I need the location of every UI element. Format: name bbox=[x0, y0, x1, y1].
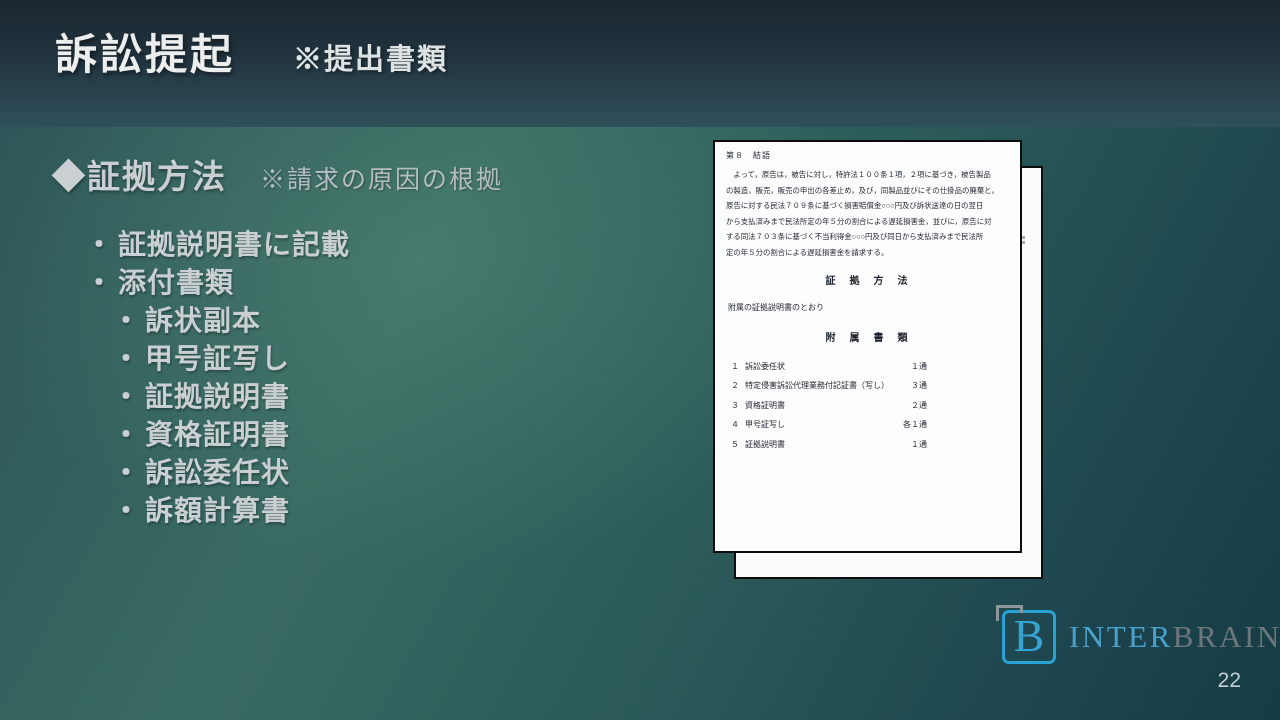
doc-paragraph-line: よって，原告は，被告に対し，特許法１００条１項，２項に基づき，被告製品 bbox=[726, 167, 1009, 183]
doc-evidence-note: 附属の証拠説明書のとおり bbox=[728, 302, 1009, 313]
doc-attachments-list: １ 訴訟委任状 １通 ２ 特定侵害訴訟代理業務付記証書（写し） ３通 ３ 資格証… bbox=[726, 357, 1009, 455]
attachment-number: ５ bbox=[731, 435, 745, 455]
attachment-row: ３ 資格証明書 ２通 bbox=[731, 396, 927, 416]
list-item: ・ 訴訟委任状 bbox=[112, 454, 503, 492]
document-page-front: 第８ 結語 よって，原告は，被告に対し，特許法１００条１項，２項に基づき，被告製… bbox=[713, 140, 1022, 553]
list-item-label: 証拠説明書 bbox=[145, 378, 290, 416]
outline: ◆証拠方法 ※請求の原因の根拠 ・ 証拠説明書に記載 ・ 添付書類 ・ 訴状副本… bbox=[52, 150, 503, 530]
doc-paragraph-line: から支払済みまで民法所定の年５分の割合による遅延損害金，並びに，原告に対 bbox=[726, 214, 1009, 230]
doc-paragraph-line: 定の年５分の割合による遅延損害金を請求する。 bbox=[726, 245, 1009, 261]
logo-bracket-icon bbox=[996, 605, 1023, 621]
attachment-row: ２ 特定侵害訴訟代理業務付記証書（写し） ３通 bbox=[731, 376, 927, 396]
list-item-label: 資格証明書 bbox=[145, 416, 290, 454]
attachment-count: ３通 bbox=[911, 376, 927, 396]
title-row: 訴訟提起 ※提出書類 bbox=[55, 30, 448, 80]
outline-heading: ◆証拠方法 ※請求の原因の根拠 bbox=[52, 150, 503, 198]
attachment-name: 特定侵害訴訟代理業務付記証書（写し） bbox=[745, 376, 911, 396]
attachment-row: １ 訴訟委任状 １通 bbox=[731, 357, 927, 377]
attachment-name: 甲号証写し bbox=[745, 415, 903, 435]
attachment-count: 各１通 bbox=[903, 415, 927, 435]
list-item: ・ 訴額計算書 bbox=[112, 492, 503, 530]
diamond-bullet-icon: ◆ bbox=[52, 158, 87, 195]
list-item-label: 訴額計算書 bbox=[145, 492, 290, 530]
list-item: ・ 証拠説明書 bbox=[112, 378, 503, 416]
doc-paragraph-line: 原告に対する民法７０９条に基づく損害賠償金○○○円及び訴状送達の日の翌日 bbox=[726, 198, 1009, 214]
list-item-label: 添付書類 bbox=[118, 264, 234, 302]
list-item-label: 訴訟委任状 bbox=[145, 454, 290, 492]
doc-attachments-heading: 附 属 書 類 bbox=[726, 329, 1009, 344]
outline-list: ・ 証拠説明書に記載 ・ 添付書類 ・ 訴状副本 ・ 甲号証写し ・ 証拠説明書… bbox=[52, 226, 503, 530]
list-item: ・ 添付書類 bbox=[85, 264, 503, 302]
logo-wordmark-secondary: BRAIN bbox=[1173, 619, 1280, 654]
doc-section-title: 第８ 結語 bbox=[726, 150, 1009, 161]
logo-wordmark-primary: INTER bbox=[1069, 619, 1173, 654]
attachment-number: １ bbox=[731, 357, 745, 377]
doc-paragraph-line: する同法７０３条に基づく不当利得金○○○円及び同日から支払済みまで民法所 bbox=[726, 229, 1009, 245]
attachment-name: 資格証明書 bbox=[745, 396, 911, 416]
dot-bullet-icon: ・ bbox=[112, 378, 141, 416]
attachment-count: １通 bbox=[911, 435, 927, 455]
list-item: ・ 甲号証写し bbox=[112, 340, 503, 378]
list-item: ・ 資格証明書 bbox=[112, 416, 503, 454]
attachment-name: 証拠説明書 bbox=[745, 435, 911, 455]
dot-bullet-icon: ・ bbox=[112, 492, 141, 530]
attachment-row: ５ 証拠説明書 １通 bbox=[731, 435, 927, 455]
attachment-count: １通 bbox=[911, 357, 927, 377]
title-band: 訴訟提起 ※提出書類 bbox=[0, 0, 1280, 127]
page-number: 22 bbox=[1218, 669, 1241, 693]
logo-b-mark-icon: B bbox=[1002, 610, 1056, 664]
attachment-number: ４ bbox=[731, 415, 745, 435]
outline-heading-label: ◆証拠方法 bbox=[52, 150, 227, 198]
slide-title: 訴訟提起 bbox=[55, 30, 235, 80]
slide-subtitle: ※提出書類 bbox=[293, 36, 448, 78]
interbrain-logo: B INTERBRAIN bbox=[1002, 610, 1280, 664]
doc-paragraph-line: の製造，販売，販売の申出の各差止め，及び，同製品並びにその仕掛品の廃棄と， bbox=[726, 183, 1009, 199]
dot-bullet-icon: ・ bbox=[112, 416, 141, 454]
dot-bullet-icon: ・ bbox=[85, 264, 114, 302]
dot-bullet-icon: ・ bbox=[112, 454, 141, 492]
attachment-count: ２通 bbox=[911, 396, 927, 416]
list-item: ・ 訴状副本 bbox=[112, 302, 503, 340]
outline-heading-text: 証拠方法 bbox=[87, 158, 227, 195]
attachment-name: 訴訟委任状 bbox=[745, 357, 911, 377]
doc-evidence-heading: 証 拠 方 法 bbox=[726, 272, 1009, 287]
doc-paragraph: よって，原告は，被告に対し，特許法１００条１項，２項に基づき，被告製品 の製造，… bbox=[726, 167, 1009, 261]
outline-heading-note: ※請求の原因の根拠 bbox=[260, 160, 503, 196]
dot-bullet-icon: ・ bbox=[85, 226, 114, 264]
list-item-label: 訴状副本 bbox=[145, 302, 261, 340]
list-item-label: 証拠説明書に記載 bbox=[118, 226, 350, 264]
dot-bullet-icon: ・ bbox=[112, 340, 141, 378]
dot-bullet-icon: ・ bbox=[112, 302, 141, 340]
list-item: ・ 証拠説明書に記載 bbox=[85, 226, 503, 264]
presentation-slide: 訴訟提起 ※提出書類 ◆証拠方法 ※請求の原因の根拠 ・ 証拠説明書に記載 ・ … bbox=[0, 0, 1280, 720]
attachment-number: ２ bbox=[731, 376, 745, 396]
list-item-label: 甲号証写し bbox=[145, 340, 290, 378]
attachment-number: ３ bbox=[731, 396, 745, 416]
attachment-row: ４ 甲号証写し 各１通 bbox=[731, 415, 927, 435]
logo-wordmark: INTERBRAIN bbox=[1069, 619, 1280, 655]
